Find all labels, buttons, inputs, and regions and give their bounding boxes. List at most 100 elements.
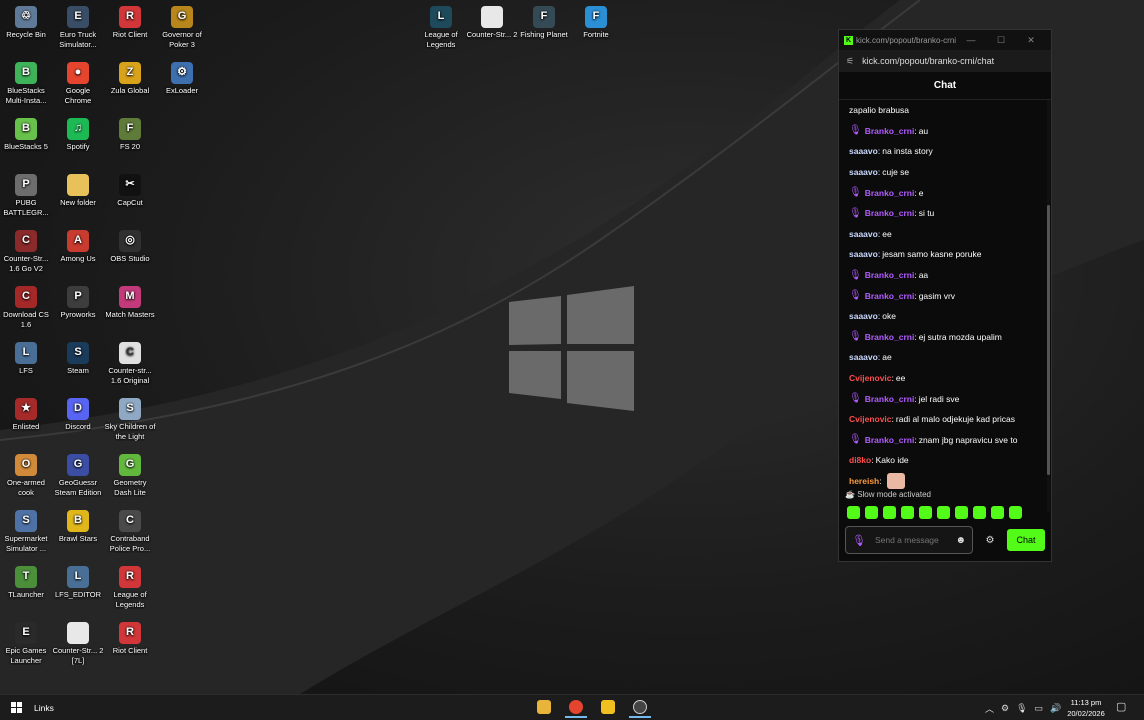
quick-emote-icon[interactable] <box>955 506 968 519</box>
scrollbar-thumb[interactable] <box>1047 205 1050 475</box>
file-explorer-icon[interactable] <box>533 698 555 718</box>
desktop-shortcut[interactable]: L LFS <box>0 342 52 376</box>
desktop-shortcut[interactable]: F Fishing Planet <box>518 6 570 40</box>
quick-emote-icon[interactable] <box>991 506 1004 519</box>
send-chat-button[interactable]: Chat <box>1007 529 1045 551</box>
kick-icon[interactable] <box>597 698 619 718</box>
desktop-shortcut[interactable]: ★ Enlisted <box>0 398 52 432</box>
close-button[interactable]: ✕ <box>1016 35 1046 46</box>
chat-username[interactable]: Branko_crni <box>865 270 915 280</box>
desktop-shortcut[interactable]: G Governor of Poker 3 <box>156 6 208 49</box>
maximize-button[interactable]: ☐ <box>986 35 1016 46</box>
address-bar[interactable]: ⚟ kick.com/popout/branko-crni/chat <box>839 50 1051 72</box>
chat-username[interactable]: di8ko <box>849 455 871 465</box>
microphone-icon[interactable]: 🎙 <box>1016 703 1027 714</box>
chat-username[interactable]: Branko_crni <box>865 126 915 136</box>
desktop-shortcut[interactable]: A Among Us <box>52 230 104 264</box>
chat-username[interactable]: saaavo <box>849 146 878 156</box>
desktop-shortcut[interactable]: E Euro Truck Simulator... <box>52 6 104 49</box>
desktop-shortcut[interactable]: ♲ Recycle Bin <box>0 6 52 40</box>
chat-scrollbar[interactable] <box>1047 100 1050 512</box>
desktop-shortcut[interactable]: S Supermarket Simulator ... <box>0 510 52 553</box>
links-toolbar[interactable]: Links <box>34 703 54 713</box>
chevron-up-icon[interactable]: ︿ <box>985 702 994 715</box>
desktop-shortcut[interactable]: ♫ Spotify <box>52 118 104 152</box>
desktop-shortcut[interactable]: B Brawl Stars <box>52 510 104 544</box>
desktop-shortcut[interactable]: ● Google Chrome <box>52 62 104 105</box>
quick-emote-icon[interactable] <box>937 506 950 519</box>
desktop-shortcut[interactable]: L League of Legends <box>415 6 467 49</box>
obs-icon[interactable] <box>629 698 651 718</box>
notification-icon[interactable]: ▢ <box>1116 700 1126 713</box>
desktop-shortcut[interactable]: ◎ OBS Studio <box>104 230 156 264</box>
desktop-shortcut[interactable]: M Match Masters <box>104 286 156 320</box>
desktop-shortcut[interactable]: P Pyroworks <box>52 286 104 320</box>
desktop-shortcut[interactable]: E Epic Games Launcher <box>0 622 52 665</box>
desktop-shortcut[interactable]: G GeoGuessr Steam Edition <box>52 454 104 497</box>
quick-emote-icon[interactable] <box>973 506 986 519</box>
quick-emote-icon[interactable] <box>865 506 878 519</box>
chat-username[interactable]: Branko_crni <box>865 208 915 218</box>
desktop-shortcut[interactable]: New folder <box>52 174 104 208</box>
quick-emote-icon[interactable] <box>901 506 914 519</box>
chat-input[interactable] <box>874 535 945 545</box>
chat-username[interactable]: Branko_crni <box>865 332 915 342</box>
desktop-shortcut[interactable]: C Contraband Police Pro... <box>104 510 156 553</box>
chat-username[interactable]: saaavo <box>849 229 878 239</box>
desktop-shortcut[interactable]: P PUBG BATTLEGR... <box>0 174 52 217</box>
chat-username[interactable]: Branko_crni <box>865 394 915 404</box>
quick-emote-icon[interactable] <box>847 506 860 519</box>
desktop-shortcut[interactable]: B BlueStacks Multi-Insta... <box>0 62 52 105</box>
desktop-shortcut[interactable]: R League of Legends <box>104 566 156 609</box>
minimize-button[interactable]: — <box>956 35 986 45</box>
chat-username[interactable]: saaavo <box>849 311 878 321</box>
desktop-shortcut[interactable]: S Sky Children of the Light <box>104 398 156 441</box>
desktop-shortcut-label: One-armed cook <box>7 478 45 497</box>
desktop-shortcut[interactable]: R Riot Client <box>104 622 156 656</box>
chat-emote-icon[interactable] <box>886 472 905 489</box>
desktop-shortcut[interactable]: T TLauncher <box>0 566 52 600</box>
chat-message: 🎙 Branko_crni: au <box>849 121 1049 142</box>
desktop-shortcut[interactable]: G Geometry Dash Lite <box>104 454 156 497</box>
site-settings-icon[interactable]: ⚟ <box>846 56 854 67</box>
quick-emote-icon[interactable] <box>883 506 896 519</box>
desktop-shortcut[interactable]: O One-armed cook <box>0 454 52 497</box>
desktop-shortcut[interactable]: F FS 20 <box>104 118 156 152</box>
window-titlebar[interactable]: K kick.com/popout/branko-crni/chat — ☐ ✕ <box>839 30 1051 50</box>
chat-username[interactable]: Cvijenovic <box>849 373 892 383</box>
quick-emote-icon[interactable] <box>1009 506 1022 519</box>
chat-username[interactable]: Branko_crni <box>865 435 915 445</box>
chat-message-list[interactable]: zapalio brabusa 🎙 Branko_crni: au saaavo: na … <box>839 100 1049 512</box>
chat-username[interactable]: Branko_crni <box>865 188 915 198</box>
tray-app-icon[interactable]: ⚙ <box>1001 703 1009 714</box>
desktop-shortcut[interactable]: F Fortnite <box>570 6 622 40</box>
chat-username[interactable]: hereish <box>849 476 879 486</box>
chat-username[interactable]: Cvijenovic <box>849 414 892 424</box>
desktop-shortcut[interactable]: S Steam <box>52 342 104 376</box>
desktop-shortcut[interactable]: Z Zula Global <box>104 62 156 96</box>
chat-username[interactable]: saaavo <box>849 167 878 177</box>
desktop-shortcut[interactable]: R Riot Client <box>104 6 156 40</box>
chat-message-field[interactable]: 🎙 ☻ <box>845 526 973 554</box>
chat-settings-icon[interactable]: ⚙ <box>973 535 1007 546</box>
taskbar-clock[interactable]: 11:13 pm 20/02/2026 <box>1060 697 1112 719</box>
chat-username[interactable]: Branko_crni <box>865 291 915 301</box>
chat-username[interactable]: saaavo <box>849 352 878 362</box>
desktop-shortcut[interactable]: L LFS_EDITOR <box>52 566 104 600</box>
desktop-shortcut[interactable]: ⚙ ExLoader <box>156 62 208 96</box>
desktop-shortcut[interactable]: ✂ CapCut <box>104 174 156 208</box>
desktop-shortcut[interactable]: D Discord <box>52 398 104 432</box>
network-icon[interactable]: ▭ <box>1035 703 1044 714</box>
desktop-shortcut[interactable]: C Counter-str... 1.6 Original <box>104 342 156 385</box>
chat-username[interactable]: saaavo <box>849 249 878 259</box>
desktop-shortcut[interactable]: C Download CS 1.6 <box>0 286 52 329</box>
start-button[interactable] <box>0 702 32 713</box>
desktop-shortcut[interactable]: B BlueStacks 5 <box>0 118 52 152</box>
quick-emote-icon[interactable] <box>919 506 932 519</box>
emoji-picker-icon[interactable]: ☻ <box>955 535 966 546</box>
desktop-shortcut[interactable]: Counter-Str... 2 [7L] <box>52 622 104 665</box>
desktop-shortcut[interactable]: Counter-Str... 2 <box>466 6 518 40</box>
url-text[interactable]: kick.com/popout/branko-crni/chat <box>862 56 994 66</box>
desktop-shortcut[interactable]: C Counter-Str... 1.6 Go V2 <box>0 230 52 273</box>
chrome-icon[interactable] <box>565 698 587 718</box>
